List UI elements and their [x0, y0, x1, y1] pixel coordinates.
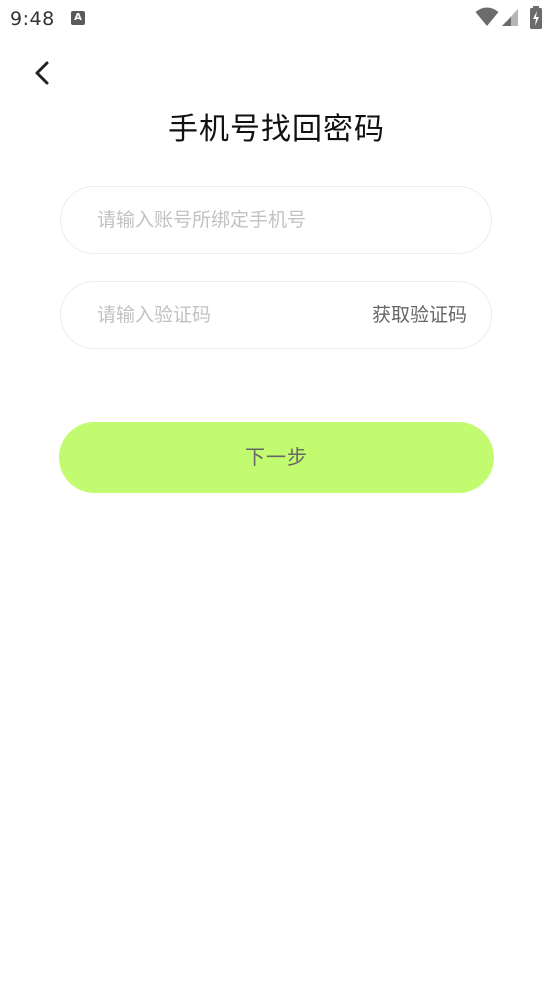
page-title: 手机号找回密码	[168, 112, 385, 147]
back-button[interactable]	[28, 56, 58, 90]
notification-a-icon: A	[71, 11, 85, 25]
status-time: 9:48	[10, 8, 55, 30]
code-field[interactable]: 获取验证码	[60, 281, 492, 349]
status-bar: 9:48 A	[0, 0, 553, 40]
cell-signal-icon	[502, 9, 518, 26]
next-step-button[interactable]: 下一步	[59, 422, 494, 493]
phone-field[interactable]	[60, 186, 492, 254]
phone-input[interactable]	[97, 187, 467, 253]
verification-code-input[interactable]	[97, 282, 347, 348]
wifi-icon	[475, 7, 499, 26]
chevron-left-icon	[35, 61, 49, 85]
get-code-button[interactable]: 获取验证码	[372, 282, 467, 348]
battery-charging-icon	[530, 6, 542, 29]
